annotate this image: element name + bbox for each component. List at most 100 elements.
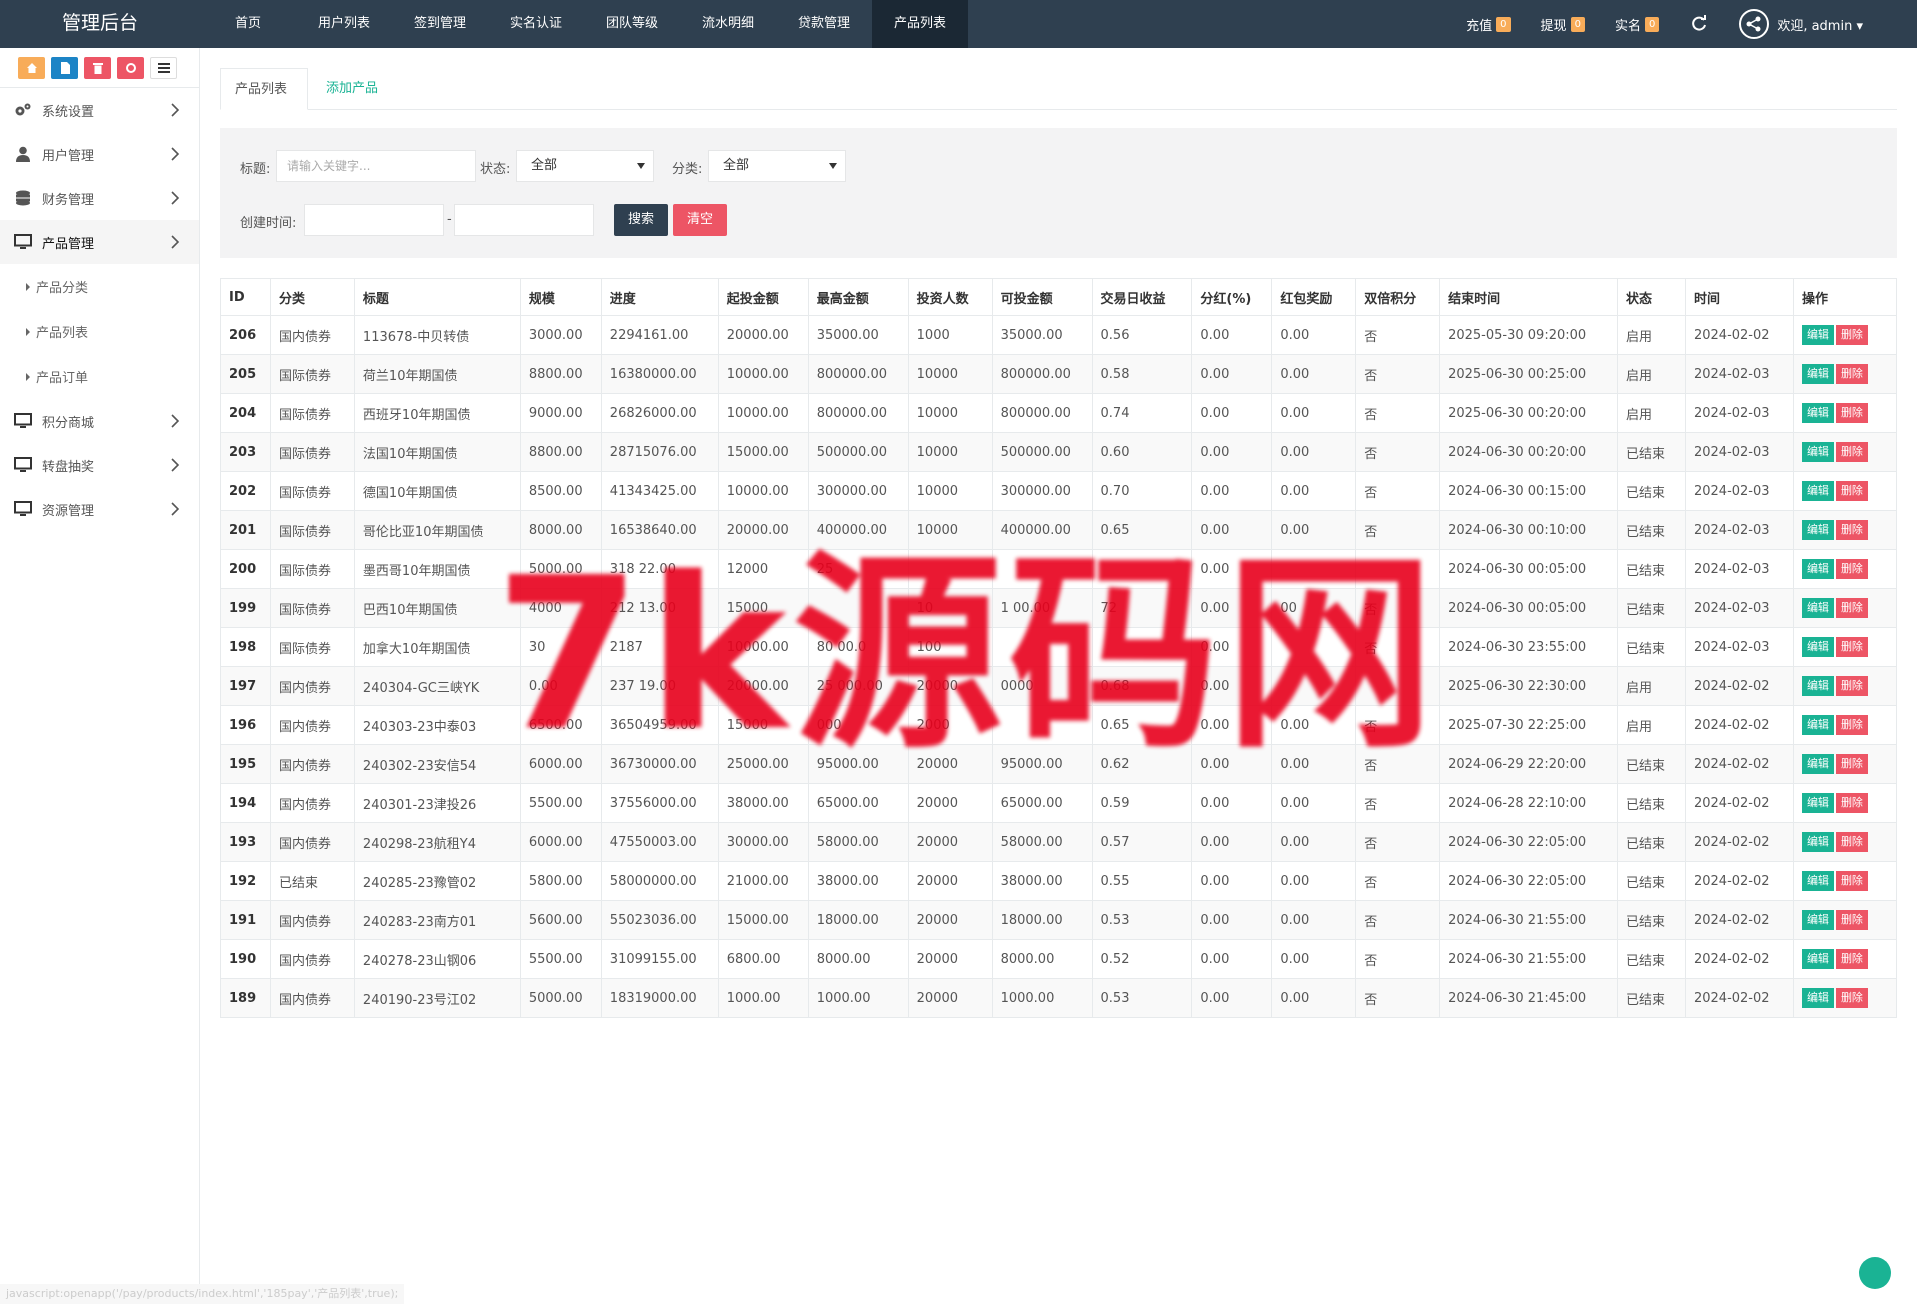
actions-cell: 编辑 删除 <box>1792 549 1898 589</box>
actions-cell: 编辑 删除 <box>1792 471 1898 511</box>
table-cell: 190 <box>220 939 271 979</box>
table-cell: 1000.00 <box>991 978 1093 1018</box>
delete-button[interactable]: 删除 <box>1835 715 1868 735</box>
delete-button[interactable]: 删除 <box>1835 793 1868 813</box>
recycle-button[interactable] <box>117 56 144 79</box>
avatar[interactable] <box>1739 9 1770 39</box>
edit-button[interactable]: 编辑 <box>1801 793 1834 813</box>
edit-button[interactable]: 编辑 <box>1801 637 1834 657</box>
status-select[interactable]: 全部 <box>516 150 654 182</box>
trash-button[interactable] <box>84 56 111 79</box>
created-end-input[interactable] <box>454 204 594 236</box>
delete-button[interactable]: 删除 <box>1835 598 1868 618</box>
created-start-input[interactable] <box>304 204 444 236</box>
edit-button[interactable]: 编辑 <box>1801 403 1834 423</box>
home-button[interactable] <box>18 56 45 79</box>
delete-button[interactable]: 删除 <box>1835 442 1868 462</box>
table-cell: 荷兰10年期国债 <box>353 354 521 394</box>
sidebar-subitem[interactable]: 产品列表 <box>0 309 199 354</box>
delete-button[interactable]: 删除 <box>1835 481 1868 501</box>
table-cell: 0.58 <box>1091 354 1193 394</box>
topnav-item[interactable]: 贷款管理 <box>776 0 872 48</box>
column-header: 双倍积分 <box>1355 278 1441 316</box>
edit-button[interactable]: 编辑 <box>1801 559 1834 579</box>
edit-button[interactable]: 编辑 <box>1801 520 1834 540</box>
recharge-stat[interactable]: 充值 0 <box>1466 15 1511 34</box>
topnav-item[interactable]: 用户列表 <box>296 0 392 48</box>
edit-button[interactable]: 编辑 <box>1801 988 1834 1008</box>
edit-button[interactable]: 编辑 <box>1801 754 1834 774</box>
delete-button[interactable]: 删除 <box>1835 754 1868 774</box>
sidebar-item[interactable]: 积分商城 <box>0 399 199 443</box>
edit-button[interactable]: 编辑 <box>1801 910 1834 930</box>
table-cell: 0.60 <box>1091 432 1193 472</box>
file-button[interactable] <box>51 56 78 79</box>
delete-button[interactable]: 删除 <box>1835 676 1868 696</box>
sidebar-item[interactable]: 用户管理 <box>0 132 199 176</box>
topnav-item[interactable]: 首页 <box>200 0 296 48</box>
edit-button[interactable]: 编辑 <box>1801 364 1834 384</box>
topnav-item[interactable]: 产品列表 <box>872 0 968 48</box>
delete-button[interactable]: 删除 <box>1835 988 1868 1008</box>
column-header: 状态 <box>1617 278 1686 316</box>
floating-action-button[interactable] <box>1859 1257 1891 1289</box>
delete-button[interactable]: 删除 <box>1835 910 1868 930</box>
refresh-icon[interactable] <box>1689 14 1709 34</box>
topnav-item[interactable]: 签到管理 <box>392 0 488 48</box>
table-cell: 58000.00 <box>807 822 909 862</box>
edit-button[interactable]: 编辑 <box>1801 715 1834 735</box>
topnav-item[interactable]: 实名认证 <box>488 0 584 48</box>
edit-button[interactable]: 编辑 <box>1801 676 1834 696</box>
delete-button[interactable]: 删除 <box>1835 403 1868 423</box>
edit-button[interactable]: 编辑 <box>1801 949 1834 969</box>
sidebar-item[interactable]: 转盘抽奖 <box>0 443 199 487</box>
home-icon <box>26 62 37 73</box>
tab-product-list[interactable]: 产品列表 <box>220 68 308 110</box>
sidebar-subitem[interactable]: 产品订单 <box>0 354 199 399</box>
edit-button[interactable]: 编辑 <box>1801 325 1834 345</box>
delete-button[interactable]: 删除 <box>1835 832 1868 852</box>
edit-button[interactable]: 编辑 <box>1801 481 1834 501</box>
edit-button[interactable]: 编辑 <box>1801 832 1834 852</box>
sidebar-item[interactable]: 产品管理 <box>0 220 199 264</box>
tab-add-product[interactable]: 添加产品 <box>312 68 392 110</box>
table-cell: 0.00 <box>1191 354 1273 394</box>
edit-button[interactable]: 编辑 <box>1801 442 1834 462</box>
realname-stat[interactable]: 实名 0 <box>1615 15 1660 34</box>
delete-button[interactable]: 删除 <box>1835 364 1868 384</box>
edit-button[interactable]: 编辑 <box>1801 598 1834 618</box>
column-header: ID <box>220 278 271 316</box>
table-row: 204 国际债券 西班牙10年期国债 9000.00 26826000.00 10000.… <box>220 393 1898 433</box>
sidebar-subitem[interactable]: 产品分类 <box>0 264 199 309</box>
welcome-dropdown[interactable]: 欢迎, admin ▾ <box>1777 15 1863 34</box>
table-row: 205 国际债券 荷兰10年期国债 8800.00 16380000.00 10000.0… <box>220 354 1898 394</box>
table-cell: 35000.00 <box>991 315 1093 355</box>
category-select-value: 全部 <box>723 158 750 173</box>
table-cell: 否 <box>1355 783 1441 823</box>
withdraw-stat[interactable]: 提现 0 <box>1541 15 1585 34</box>
table-cell: 已结束 <box>1617 822 1686 862</box>
delete-button[interactable]: 删除 <box>1835 637 1868 657</box>
table-cell: 5500.00 <box>519 939 602 979</box>
delete-button[interactable]: 删除 <box>1835 949 1868 969</box>
delete-button[interactable]: 删除 <box>1835 520 1868 540</box>
list-button[interactable] <box>150 56 177 79</box>
table-cell: 0.52 <box>1091 939 1193 979</box>
table-cell: 2024-06-30 23:55:00 <box>1439 627 1619 667</box>
delete-button[interactable]: 删除 <box>1835 871 1868 891</box>
delete-button[interactable]: 删除 <box>1835 559 1868 579</box>
title-search-input[interactable]: 请输入关键字... <box>276 150 476 182</box>
category-select[interactable]: 全部 <box>708 150 846 182</box>
topnav-item[interactable]: 流水明细 <box>680 0 776 48</box>
table-cell: 300000.00 <box>807 471 909 511</box>
sidebar-item[interactable]: 财务管理 <box>0 176 199 220</box>
recharge-label: 充值 <box>1466 18 1493 34</box>
table-cell: 38000.00 <box>807 861 909 901</box>
sidebar-item[interactable]: 系统设置 <box>0 88 199 132</box>
edit-button[interactable]: 编辑 <box>1801 871 1834 891</box>
topnav-item[interactable]: 团队等级 <box>584 0 680 48</box>
delete-button[interactable]: 删除 <box>1835 325 1868 345</box>
clear-button[interactable]: 清空 <box>673 204 727 236</box>
search-button[interactable]: 搜索 <box>614 204 668 236</box>
sidebar-item[interactable]: 资源管理 <box>0 487 199 531</box>
